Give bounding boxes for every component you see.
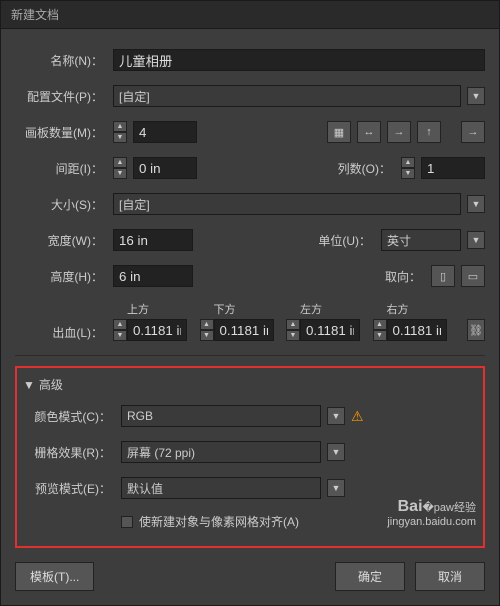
spacing-label: 间距(I)： — [15, 160, 107, 177]
arrow-alt-icon[interactable]: ↑ — [417, 121, 441, 143]
bleed-bottom-spinner[interactable]: ▲▼ — [200, 319, 214, 341]
portrait-icon[interactable]: ▯ — [431, 265, 455, 287]
columns-input[interactable] — [421, 157, 485, 179]
bleed-bottom-label: 下方 — [200, 301, 285, 317]
warning-icon: ⚠ — [351, 408, 364, 425]
link-bleed-icon[interactable]: ⛓ — [467, 319, 485, 341]
name-input[interactable] — [113, 49, 485, 71]
units-value: 英寸 — [387, 232, 411, 249]
color-mode-label: 颜色模式(C)： — [23, 408, 115, 425]
profile-dropdown[interactable]: [自定] — [113, 85, 461, 107]
spinner-down-icon[interactable]: ▼ — [113, 132, 127, 143]
align-pixel-label: 使新建对象与像素网格对齐(A) — [139, 513, 299, 530]
dropdown-arrow-icon[interactable]: ▼ — [327, 443, 345, 461]
spacing-input[interactable] — [133, 157, 197, 179]
units-dropdown[interactable]: 英寸 — [381, 229, 461, 251]
spacing-spinner[interactable]: ▲ ▼ — [113, 157, 127, 179]
more-arrow-icon[interactable]: → — [461, 121, 485, 143]
bleed-right-input[interactable] — [387, 319, 447, 341]
color-mode-value: RGB — [127, 409, 153, 423]
width-label: 宽度(W)： — [15, 232, 107, 249]
align-pixel-checkbox[interactable] — [121, 516, 133, 528]
bleed-top-spinner[interactable]: ▲▼ — [113, 319, 127, 341]
spinner-up-icon[interactable]: ▲ — [113, 157, 127, 168]
raster-dropdown[interactable]: 屏幕 (72 ppi) — [121, 441, 321, 463]
bleed-right-spinner[interactable]: ▲▼ — [373, 319, 387, 341]
color-mode-dropdown[interactable]: RGB — [121, 405, 321, 427]
dropdown-arrow-icon[interactable]: ▼ — [327, 479, 345, 497]
size-label: 大小(S)： — [15, 196, 107, 213]
profile-value: [自定] — [119, 88, 150, 105]
columns-spinner[interactable]: ▲ ▼ — [401, 157, 415, 179]
orientation-label: 取向： — [377, 268, 425, 285]
bleed-left-input[interactable] — [300, 319, 360, 341]
size-dropdown[interactable]: [自定] — [113, 193, 461, 215]
template-button[interactable]: 模板(T)... — [15, 562, 94, 591]
preview-value: 默认值 — [127, 480, 163, 497]
artboards-label: 画板数量(M)： — [15, 124, 107, 141]
spinner-up-icon[interactable]: ▲ — [113, 121, 127, 132]
row-layout-icon[interactable]: ↔ — [357, 121, 381, 143]
preview-label: 预览模式(E)： — [23, 480, 115, 497]
advanced-section-highlight: ▼ 高级 颜色模式(C)： RGB ▼ ⚠ 栅格效果(R)： 屏幕 (72 pp… — [15, 366, 485, 548]
columns-label: 列数(O)： — [335, 160, 395, 177]
spinner-up-icon[interactable]: ▲ — [401, 157, 415, 168]
preview-dropdown[interactable]: 默认值 — [121, 477, 321, 499]
collapse-icon[interactable]: ▼ — [23, 378, 35, 392]
dropdown-arrow-icon[interactable]: ▼ — [467, 87, 485, 105]
landscape-icon[interactable]: ▭ — [461, 265, 485, 287]
name-label: 名称(N)： — [15, 52, 107, 69]
spinner-down-icon[interactable]: ▼ — [401, 168, 415, 179]
bleed-left-label: 左方 — [286, 301, 371, 317]
height-input[interactable] — [113, 265, 193, 287]
size-value: [自定] — [119, 196, 150, 213]
cancel-button[interactable]: 取消 — [415, 562, 485, 591]
grid-layout-icon[interactable]: ▦ — [327, 121, 351, 143]
window-title: 新建文档 — [1, 1, 499, 29]
raster-label: 栅格效果(R)： — [23, 444, 115, 461]
dropdown-arrow-icon[interactable]: ▼ — [467, 231, 485, 249]
bleed-right-label: 右方 — [373, 301, 458, 317]
dropdown-arrow-icon[interactable]: ▼ — [467, 195, 485, 213]
dropdown-arrow-icon[interactable]: ▼ — [327, 407, 345, 425]
advanced-header: 高级 — [39, 376, 63, 393]
bleed-bottom-input[interactable] — [214, 319, 274, 341]
ok-button[interactable]: 确定 — [335, 562, 405, 591]
arrow-right-icon[interactable]: → — [387, 121, 411, 143]
bleed-top-input[interactable] — [127, 319, 187, 341]
raster-value: 屏幕 (72 ppi) — [127, 444, 195, 461]
artboards-spinner[interactable]: ▲ ▼ — [113, 121, 127, 143]
units-label: 单位(U)： — [315, 232, 375, 249]
bleed-label: 出血(L)： — [15, 324, 107, 341]
profile-label: 配置文件(P)： — [15, 88, 107, 105]
height-label: 高度(H)： — [15, 268, 107, 285]
bleed-left-spinner[interactable]: ▲▼ — [286, 319, 300, 341]
artboards-input[interactable] — [133, 121, 197, 143]
spinner-down-icon[interactable]: ▼ — [113, 168, 127, 179]
width-input[interactable] — [113, 229, 193, 251]
bleed-top-label: 上方 — [113, 301, 198, 317]
